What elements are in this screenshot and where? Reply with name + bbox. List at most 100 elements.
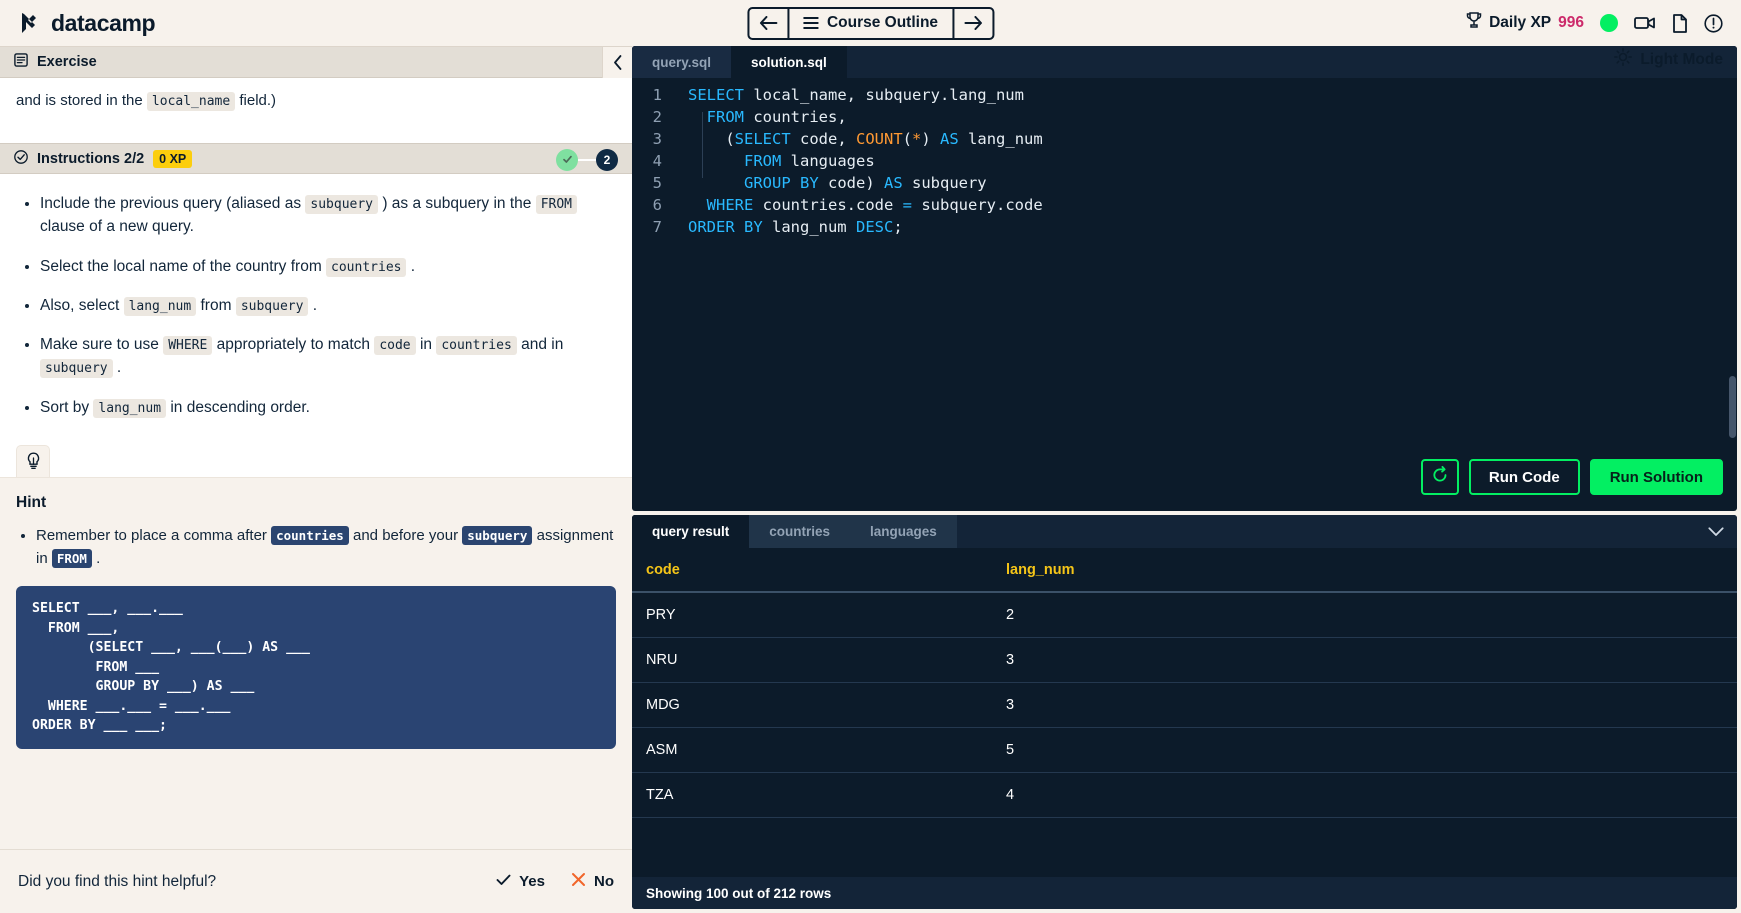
results-table: code lang_num PRY 2 NRU 3 MDG 3 ASM 5 TZA 4 (632, 548, 1737, 877)
table-cell: PRY (646, 607, 676, 623)
column-header: code (646, 561, 680, 578)
table-row[interactable]: NRU 3 (632, 638, 1737, 683)
hint-feedback-no-label: No (594, 873, 614, 890)
brand-name: datacamp (51, 9, 156, 36)
line-number: 3 (652, 130, 662, 148)
tab-query-sql[interactable]: query.sql (632, 46, 732, 78)
daily-xp[interactable]: Daily XP 996 (1466, 12, 1584, 34)
step-dot-2-current[interactable]: 2 (596, 148, 618, 171)
code-line: (SELECT code, COUNT(*) AS lang_num (688, 130, 1043, 148)
hint-tabstrip (0, 444, 632, 478)
results-footer: Showing 100 out of 212 rows (632, 877, 1737, 909)
table-cell: 3 (1006, 697, 1015, 713)
inline-code: subquery (305, 195, 379, 214)
instructions-section-header: Instructions 2/2 0 XP 2 (0, 143, 632, 174)
light-mode-toggle[interactable]: Light Mode (1614, 48, 1723, 71)
course-outline-button[interactable]: Course Outline (786, 8, 955, 38)
inline-code: countries (326, 257, 407, 277)
line-number: 4 (652, 152, 662, 170)
table-row[interactable]: MDG 3 (632, 683, 1737, 728)
top-bar-right: Daily XP 996 (1466, 12, 1723, 34)
step-connector (578, 158, 596, 161)
document-icon[interactable] (1672, 13, 1688, 33)
exercise-icon (14, 53, 28, 71)
editor-tabs: query.sql solution.sql (632, 46, 1737, 78)
collapse-panel-button[interactable] (602, 47, 632, 78)
inline-code: countries (271, 525, 349, 545)
code-line: ORDER BY lang_num DESC; (688, 218, 903, 236)
editor-lines[interactable]: SELECT local_name, subquery.lang_num FRO… (674, 84, 1737, 511)
list-item: Remember to place a comma after countrie… (36, 524, 616, 571)
indent-guide (702, 112, 703, 178)
tab-languages[interactable]: languages (850, 515, 957, 548)
daily-xp-label: Daily XP (1489, 14, 1552, 31)
instructions-list: Include the previous query (aliased as s… (0, 174, 632, 445)
inline-code: subquery (462, 525, 533, 545)
hint-feedback-bar: Did you find this hint helpful? Yes No (0, 849, 632, 913)
text-run: . (308, 296, 318, 314)
exercise-text-pre: and is stored in the (16, 92, 143, 109)
light-mode-label: Light Mode (1640, 50, 1723, 68)
results-panel: query result countries languages code lan… (632, 515, 1737, 909)
hint-feedback-question: Did you find this hint helpful? (18, 872, 217, 890)
editor-scrollbar[interactable] (1729, 376, 1736, 438)
sun-icon (1614, 48, 1633, 71)
hint-feedback-actions: Yes No (496, 871, 614, 892)
tab-solution-sql[interactable]: solution.sql (731, 46, 847, 78)
video-camera-icon[interactable] (1634, 15, 1656, 31)
line-number: 7 (652, 218, 662, 236)
tab-countries[interactable]: countries (749, 515, 851, 548)
text-run: from (196, 296, 236, 314)
instructions-title: Instructions 2/2 (37, 150, 145, 167)
line-number: 5 (652, 174, 662, 192)
lightbulb-icon[interactable] (16, 444, 50, 477)
inline-code: WHERE (163, 336, 213, 355)
run-code-button[interactable]: Run Code (1468, 459, 1580, 495)
tab-query-result[interactable]: query result (632, 515, 750, 548)
table-row[interactable]: TZA 4 (632, 773, 1737, 818)
hint-title: Hint (16, 493, 47, 511)
text-run: appropriately to match (212, 336, 375, 353)
editor-code-area[interactable]: 1 2 3 4 5 6 7 SELECT local_name, subquery.lang… (632, 78, 1737, 511)
text-run: . (91, 550, 101, 567)
hint-feedback-yes-button[interactable]: Yes (496, 873, 545, 890)
editor-actions: Run Code Run Solution (1420, 459, 1723, 495)
exercise-title: Exercise (37, 54, 97, 70)
hamburger-icon (802, 17, 818, 29)
table-header-row: code lang_num (632, 548, 1737, 593)
hint-feedback-no-button[interactable]: No (571, 871, 614, 892)
table-row[interactable]: ASM 5 (632, 728, 1737, 773)
run-solution-button[interactable]: Run Solution (1589, 459, 1723, 495)
column-header: lang_num (1006, 561, 1075, 578)
inline-code: code (374, 336, 416, 355)
course-outline-label: Course Outline (826, 14, 939, 31)
step-dot-1-done[interactable] (556, 148, 578, 171)
table-row[interactable]: PRY 2 (632, 593, 1737, 638)
forward-button[interactable] (954, 9, 992, 38)
inline-code: lang_num (123, 296, 197, 316)
brand-logo-group[interactable]: datacamp (18, 9, 156, 37)
exercise-pane: Exercise and is stored in the local_name… (0, 46, 632, 913)
daily-xp-value: 996 (1558, 14, 1584, 31)
text-run: ) as a subquery in the (378, 195, 536, 212)
reset-code-button[interactable] (1420, 459, 1459, 495)
text-run: . (406, 257, 416, 275)
text-run: in (415, 336, 437, 353)
code-line: FROM countries, (706, 108, 847, 126)
table-cell: 3 (1006, 652, 1015, 668)
table-cell: 5 (1006, 742, 1015, 758)
info-circle-icon[interactable] (1704, 13, 1723, 33)
exercise-inline-code: local_name (146, 92, 236, 111)
main-body: Exercise and is stored in the local_name… (0, 46, 1741, 913)
code-line: GROUP BY code) AS subquery (744, 174, 987, 192)
list-item: Also, select lang_num from subquery . (40, 294, 616, 317)
text-run: Select the local name of the country fro… (40, 257, 327, 275)
exercise-text-post: field.) (239, 92, 277, 109)
chevron-down-icon[interactable] (1695, 515, 1737, 548)
back-button[interactable] (749, 9, 787, 38)
table-cell: ASM (646, 742, 678, 758)
results-tabs: query result countries languages (632, 515, 1737, 548)
text-run: Remember to place a comma after (36, 526, 272, 544)
trophy-icon (1466, 12, 1482, 34)
status-dot (1600, 14, 1618, 32)
